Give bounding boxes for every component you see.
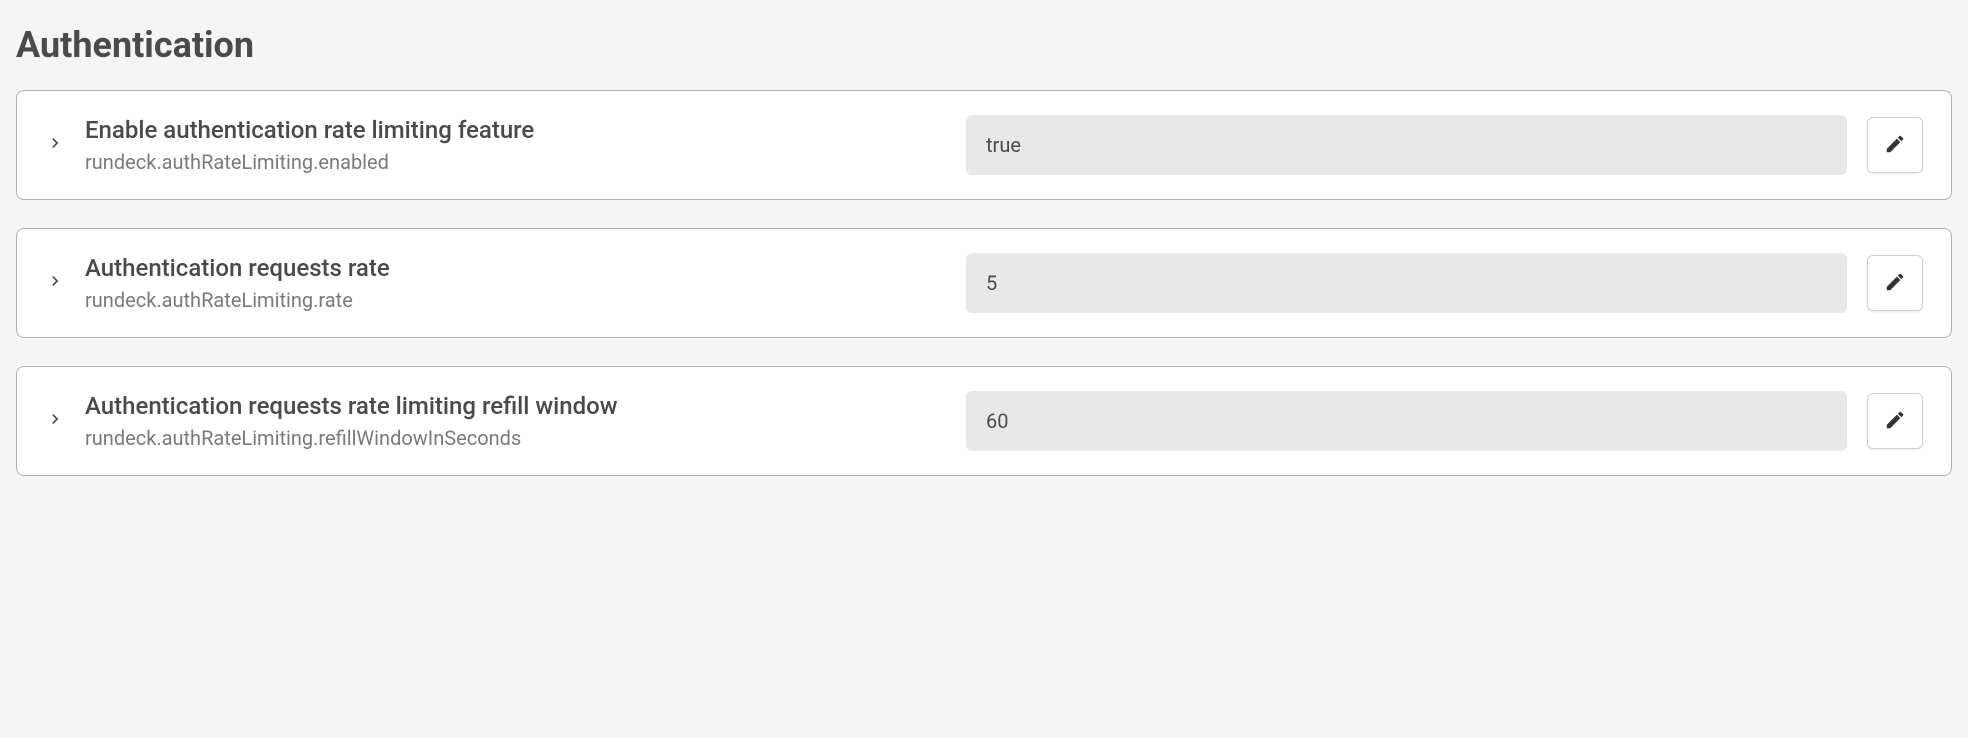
setting-key: rundeck.authRateLimiting.refillWindowInS… xyxy=(85,426,946,450)
setting-value: 5 xyxy=(966,253,1847,313)
setting-text: Authentication requests rate limiting re… xyxy=(85,392,966,450)
pencil-icon xyxy=(1884,271,1906,296)
setting-value: true xyxy=(966,115,1847,175)
chevron-right-icon xyxy=(45,271,65,295)
pencil-icon xyxy=(1884,133,1906,158)
setting-label: Authentication requests rate limiting re… xyxy=(85,392,946,420)
chevron-right-icon xyxy=(45,409,65,433)
setting-text: Authentication requests rate rundeck.aut… xyxy=(85,254,966,312)
setting-label: Authentication requests rate xyxy=(85,254,946,282)
setting-row: Authentication requests rate rundeck.aut… xyxy=(16,228,1952,338)
setting-row: Enable authentication rate limiting feat… xyxy=(16,90,1952,200)
setting-label: Enable authentication rate limiting feat… xyxy=(85,116,946,144)
expand-toggle[interactable] xyxy=(45,271,85,295)
section-title: Authentication xyxy=(16,24,1952,66)
setting-key: rundeck.authRateLimiting.rate xyxy=(85,288,946,312)
expand-toggle[interactable] xyxy=(45,409,85,433)
setting-row: Authentication requests rate limiting re… xyxy=(16,366,1952,476)
edit-button[interactable] xyxy=(1867,255,1923,311)
pencil-icon xyxy=(1884,409,1906,434)
edit-button[interactable] xyxy=(1867,117,1923,173)
expand-toggle[interactable] xyxy=(45,133,85,157)
chevron-right-icon xyxy=(45,133,65,157)
setting-value: 60 xyxy=(966,391,1847,451)
setting-key: rundeck.authRateLimiting.enabled xyxy=(85,150,946,174)
setting-text: Enable authentication rate limiting feat… xyxy=(85,116,966,174)
edit-button[interactable] xyxy=(1867,393,1923,449)
